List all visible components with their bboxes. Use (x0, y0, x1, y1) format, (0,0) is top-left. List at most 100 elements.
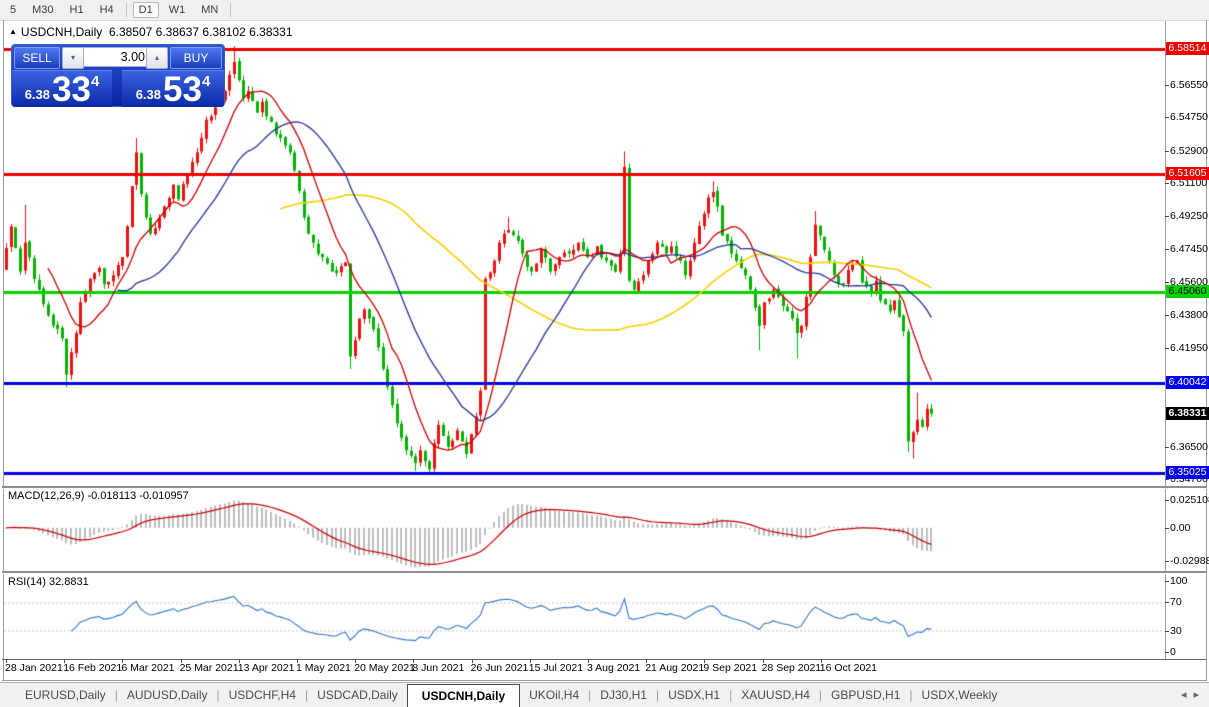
price-tick-label: 6.36500 (1170, 440, 1208, 453)
price-level-label: 6.51605 (1166, 166, 1209, 180)
macd-tick-label: 0.00 (1170, 521, 1191, 534)
price-tick-mark (1165, 84, 1169, 86)
sell-button[interactable]: SELL (14, 47, 60, 69)
date-tick-label: 16 Feb 2021 (63, 662, 123, 674)
tabs-scroll-left-icon[interactable]: ◂ (1181, 689, 1187, 701)
price-tick-mark (1165, 216, 1169, 218)
date-tick-label: 20 May 2021 (354, 662, 415, 674)
toolbar-separator (125, 3, 127, 17)
tab-scroll-nav: ◂ ▸ (1164, 683, 1209, 707)
chart-tab-usdchf[interactable]: USDCHF,H4 (220, 683, 305, 707)
timeframe-button-m30[interactable]: M30 (26, 2, 59, 18)
date-tick-label: 6 Mar 2021 (121, 662, 175, 674)
chart-tab-audusd[interactable]: AUDUSD,Daily (118, 683, 217, 707)
rsi-indicator-canvas[interactable] (4, 573, 1165, 658)
timeframe-toolbar: 5 M30 H1 H4 D1 W1 MN (0, 0, 1209, 21)
volume-increase-button[interactable]: ▴ (146, 47, 168, 69)
one-click-trading-panel: SELL ▾ ▴ BUY 6.38334 6.38534 (12, 45, 224, 107)
sell-price-box[interactable]: 6.38 33 4 (12, 70, 112, 107)
price-tick-mark (1165, 479, 1169, 481)
price-tick-mark (1165, 248, 1169, 250)
buy-price-sup: 4 (201, 73, 211, 90)
volume-increase-icon: ▴ (154, 53, 159, 62)
timeframe-button-h1[interactable]: H1 (64, 2, 90, 18)
price-tick-label: 6.43800 (1170, 308, 1208, 321)
date-tick-label: 13 Apr 2021 (237, 662, 295, 674)
rsi-tick-label: 30 (1170, 624, 1182, 637)
buy-price-small: 6.38 (135, 87, 162, 102)
chart-title: ▲ USDCNH,Daily 6.38507 6.38637 6.38102 6.… (9, 25, 293, 39)
chart-symbol-period: USDCNH,Daily (20, 25, 103, 39)
date-tick-label: 16 Oct 2021 (819, 662, 878, 674)
price-tick-mark (1165, 314, 1169, 316)
date-tick-label: 15 Jul 2021 (528, 662, 584, 674)
toolbar-separator (230, 3, 232, 17)
timeframe-button-d1[interactable]: D1 (132, 2, 159, 18)
collapse-triangle-icon[interactable]: ▲ (9, 27, 17, 36)
macd-tick-mark (1165, 499, 1169, 501)
date-tick-label: 28 Sep 2021 (761, 662, 822, 674)
date-tick-label: 25 Mar 2021 (179, 662, 239, 674)
price-tick-label: 6.56550 (1170, 78, 1208, 91)
date-tick-label: 1 May 2021 (296, 662, 351, 674)
sell-price-small: 6.38 (24, 87, 51, 102)
window-left-border (3, 20, 4, 680)
price-tick-mark (1165, 282, 1169, 284)
rsi-tick-mark (1165, 630, 1169, 632)
price-tick-label: 6.52900 (1170, 144, 1208, 157)
timeframe-button-5[interactable]: 5 (4, 2, 22, 18)
time-axis-line (2, 659, 1207, 660)
chart-tab-bar: EURUSD,Daily | AUDUSD,Daily | USDCHF,H4 | USDC… (0, 682, 1209, 707)
buy-button[interactable]: BUY (170, 47, 222, 69)
macd-pane-splitter[interactable] (2, 486, 1207, 489)
chart-tab-ukoil[interactable]: UKOil,H4 (520, 683, 588, 707)
price-tick-mark (1165, 117, 1169, 119)
price-level-label: 6.40042 (1166, 375, 1209, 389)
date-tick-label: 3 Aug 2021 (587, 662, 641, 674)
price-tick-mark (1165, 348, 1169, 350)
ohlc-open: 6.38507 (108, 25, 153, 39)
chart-tab-usdcad[interactable]: USDCAD,Daily (308, 683, 407, 707)
rsi-tick-label: 0 (1170, 645, 1176, 658)
macd-tick-label: -0.029881 (1170, 555, 1209, 568)
sell-price-big: 33 (52, 70, 91, 110)
tabbar-left-pad (0, 683, 16, 707)
timeframe-button-h4[interactable]: H4 (94, 2, 120, 18)
mt4-terminal: 5 M30 H1 H4 D1 W1 MN ▲ USDCNH,Daily 6.38507 6.3… (0, 0, 1209, 707)
chart-tab-usdx[interactable]: USDX,Weekly (913, 683, 1007, 707)
date-tick-label: 26 Jun 2021 (470, 662, 529, 674)
price-tick-label: 6.54750 (1170, 111, 1208, 124)
date-tick-label: 28 Jan 2021 (5, 662, 63, 674)
ohlc-low: 6.38102 (202, 25, 246, 39)
volume-decrease-button[interactable]: ▾ (62, 47, 84, 69)
chart-tab-xauusd[interactable]: XAUUSD,H4 (732, 683, 819, 707)
buy-price-box[interactable]: 6.38 53 4 (122, 70, 224, 107)
chart-tab-eurusd[interactable]: EURUSD,Daily (16, 683, 115, 707)
chart-tab-gbpusd[interactable]: GBPUSD,H1 (822, 683, 909, 707)
window-bottom-border (2, 680, 1207, 681)
timeframe-button-mn[interactable]: MN (195, 2, 224, 18)
macd-tick-label: 0.025108 (1170, 493, 1209, 506)
price-tick-label: 6.47450 (1170, 242, 1208, 255)
rsi-pane-splitter[interactable] (2, 571, 1207, 574)
price-tick-label: 6.49250 (1170, 210, 1208, 223)
date-tick-label: 8 Jun 2021 (412, 662, 465, 674)
date-tick-label: 21 Aug 2021 (645, 662, 705, 674)
buy-price-big: 53 (163, 70, 202, 110)
tabs-scroll-right-icon[interactable]: ▸ (1193, 689, 1199, 701)
volume-input[interactable] (83, 47, 151, 67)
ohlc-close: 6.38331 (249, 25, 293, 39)
price-level-label: 6.58514 (1166, 42, 1209, 56)
price-tick-label: 6.41950 (1170, 342, 1208, 355)
chart-tab-usdx[interactable]: USDX,H1 (659, 683, 729, 707)
chart-tab-dj30[interactable]: DJ30,H1 (591, 683, 656, 707)
rsi-tick-mark (1165, 602, 1169, 604)
current-price-label: 6.38331 (1166, 406, 1209, 420)
chart-tab-usdcnh[interactable]: USDCNH,Daily (406, 684, 521, 707)
timeframe-button-w1[interactable]: W1 (163, 2, 192, 18)
price-level-label: 6.45060 (1166, 285, 1209, 299)
rsi-tick-label: 100 (1170, 575, 1188, 588)
rsi-tick-mark (1165, 651, 1169, 653)
price-tick-mark (1165, 150, 1169, 152)
price-level-label: 6.35025 (1166, 466, 1209, 480)
